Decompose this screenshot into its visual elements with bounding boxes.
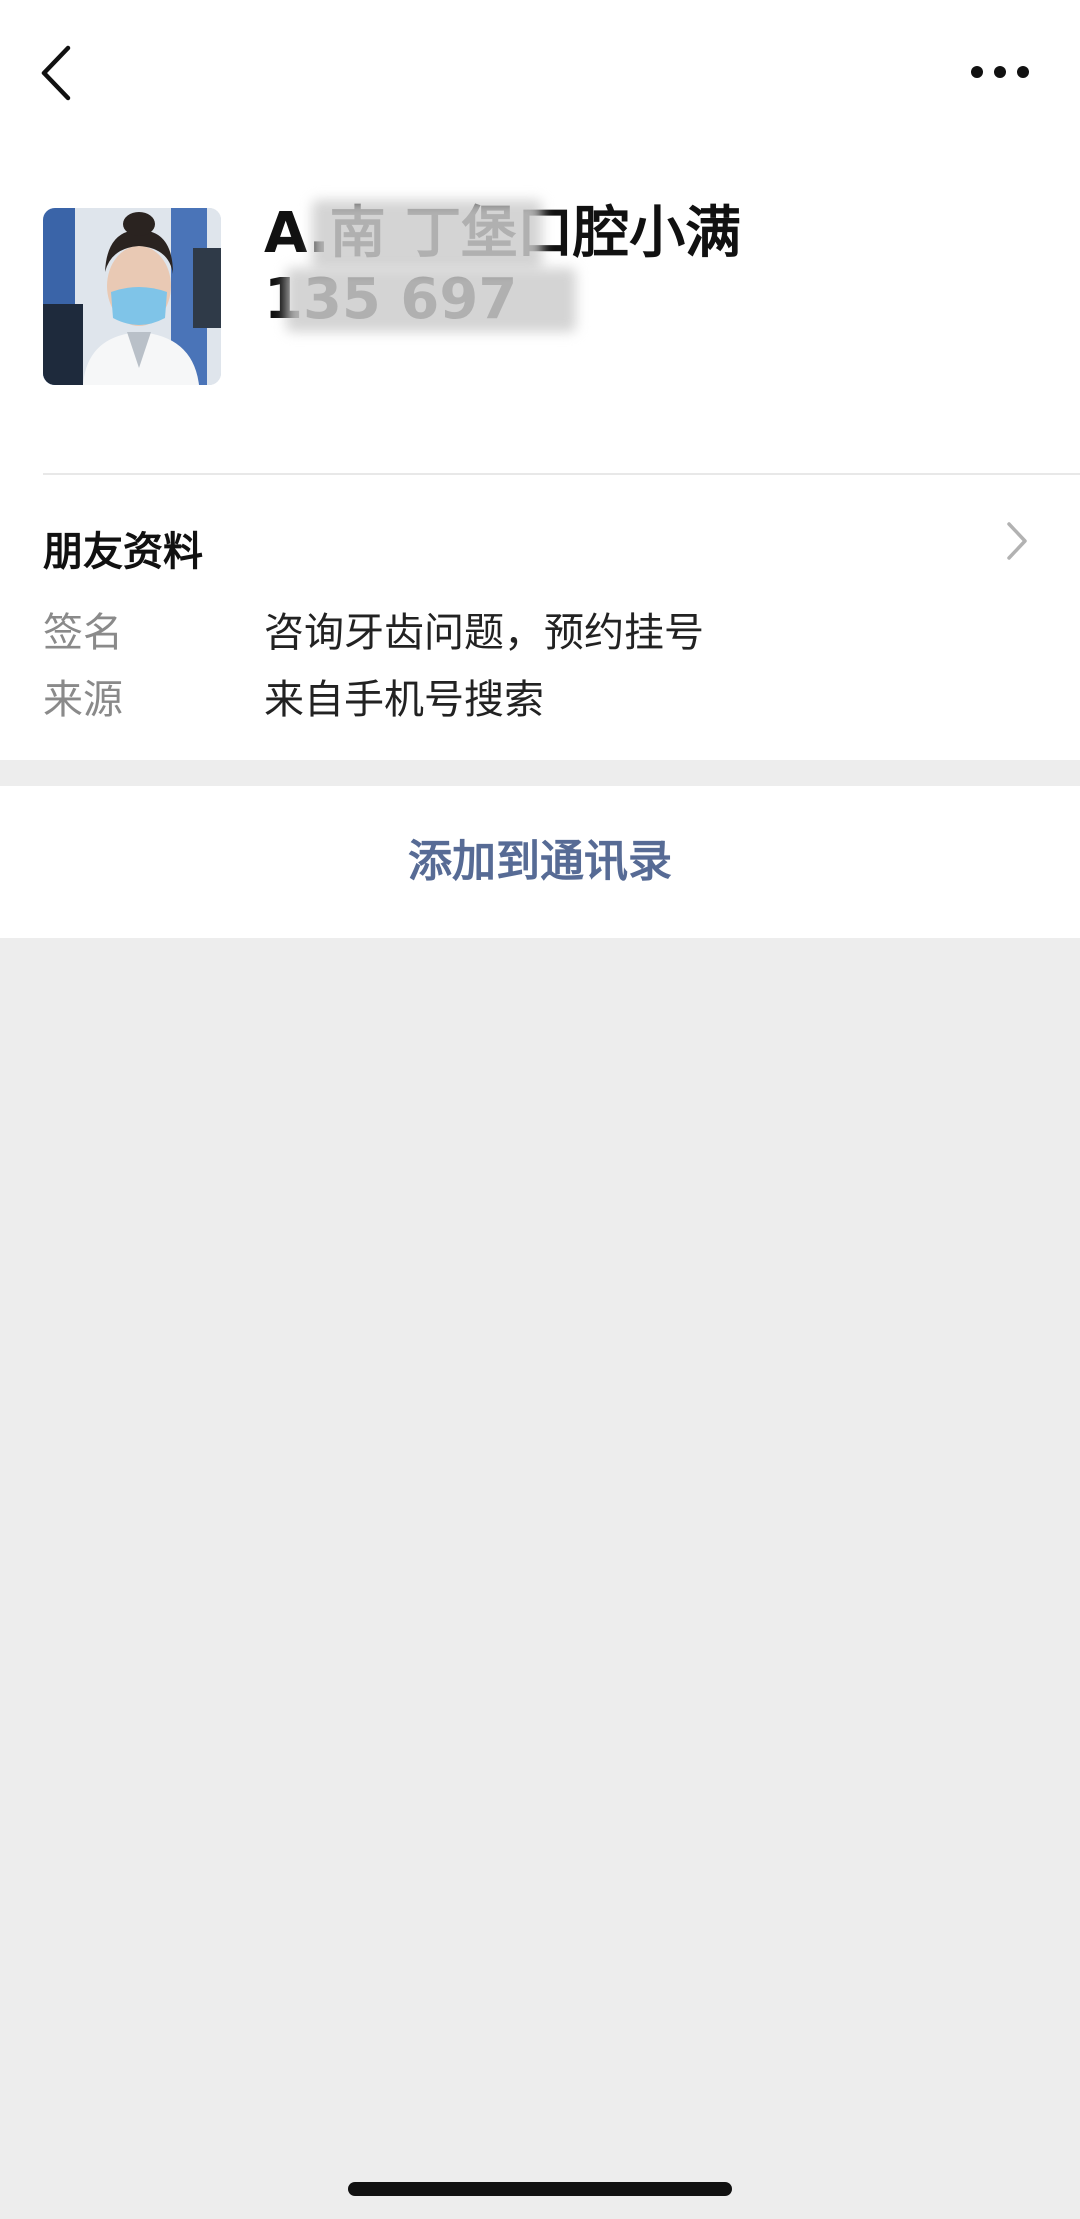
source-row: 来源 来自手机号搜索 bbox=[0, 667, 1080, 727]
divider bbox=[43, 473, 1080, 475]
friend-info-label: 朋友资料 bbox=[43, 529, 203, 575]
home-indicator[interactable] bbox=[348, 2182, 732, 2196]
source-key: 来源 bbox=[43, 677, 123, 723]
back-button[interactable] bbox=[36, 42, 80, 104]
action-section: 添加到通讯录 bbox=[0, 786, 1080, 938]
back-chevron-icon bbox=[41, 45, 71, 101]
more-button[interactable] bbox=[968, 52, 1032, 92]
redaction-blur bbox=[286, 268, 576, 332]
redaction-blur bbox=[312, 200, 542, 270]
profile-card: A.南 丁堡口腔小满 135 697 朋友资料 签名 咨询牙齿问题，预约挂号 来… bbox=[0, 0, 1080, 760]
chevron-right-icon bbox=[1007, 522, 1027, 560]
more-dots-icon bbox=[971, 66, 1029, 78]
avatar-photo bbox=[43, 208, 221, 385]
add-to-contacts-button[interactable]: 添加到通讯录 bbox=[0, 786, 1080, 938]
source-value: 来自手机号搜索 bbox=[264, 677, 544, 723]
signature-value: 咨询牙齿问题，预约挂号 bbox=[264, 610, 704, 656]
signature-key: 签名 bbox=[43, 610, 123, 656]
avatar[interactable] bbox=[43, 208, 221, 385]
signature-row: 签名 咨询牙齿问题，预约挂号 bbox=[0, 600, 1080, 660]
friend-info-row[interactable]: 朋友资料 bbox=[0, 505, 1080, 587]
